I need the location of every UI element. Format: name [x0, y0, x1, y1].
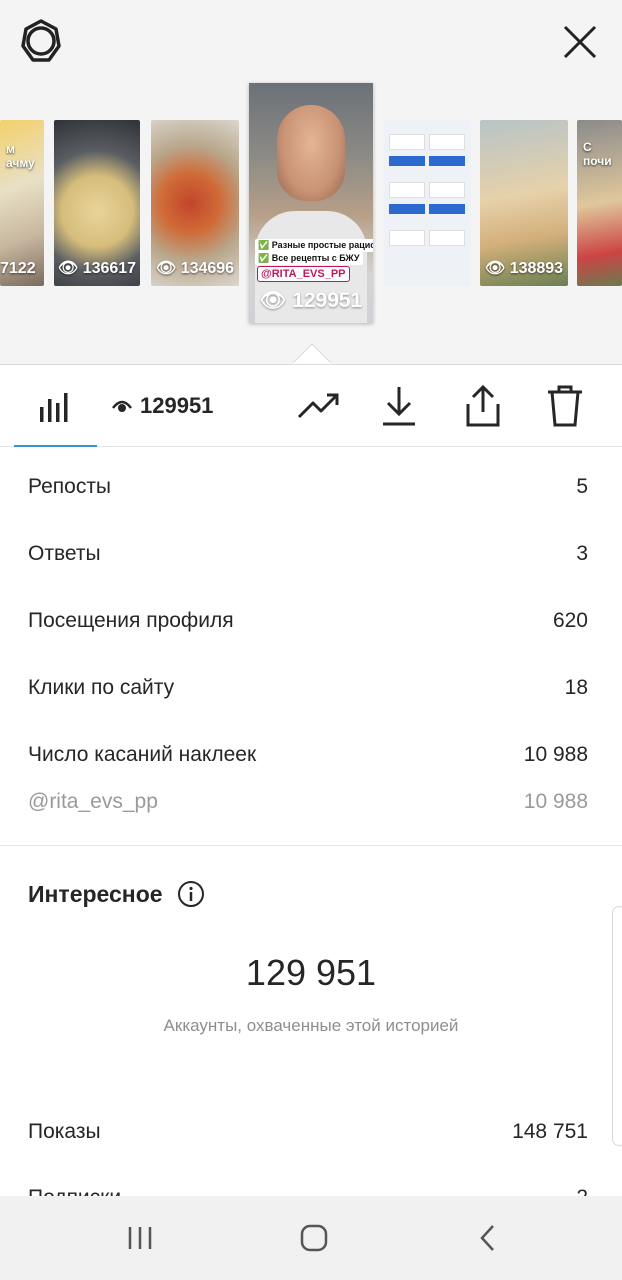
stat-label: Показы — [28, 1120, 101, 1143]
stat-row-replies: Ответы 3 — [28, 542, 588, 566]
chat-card — [389, 230, 425, 246]
story-thumbnail[interactable] — [383, 120, 471, 286]
stat-value: 10 988 — [523, 743, 588, 766]
story-person-face — [277, 105, 345, 201]
stat-value: 5 — [576, 475, 588, 498]
story-thumbnail[interactable]: 👁 138893 — [480, 120, 568, 286]
bar-chart-icon — [40, 393, 68, 422]
settings-gear-icon[interactable] — [18, 18, 64, 64]
tab-insights[interactable] — [14, 365, 97, 447]
promote-button[interactable] — [296, 383, 342, 429]
chat-card — [389, 182, 425, 198]
section-divider — [0, 845, 622, 846]
share-icon — [466, 384, 500, 427]
scrollbar[interactable] — [612, 906, 622, 1146]
chat-highlight — [429, 204, 465, 214]
insights-toolbar: 129951 — [0, 364, 622, 447]
chat-card — [429, 182, 465, 198]
thumbnail-caption: м ачму — [6, 142, 35, 170]
view-count: 129951 — [112, 393, 213, 419]
eye-icon — [112, 400, 132, 412]
view-count-value: 129951 — [140, 393, 214, 418]
discovery-section-title: Интересное — [28, 880, 205, 908]
stat-label: Ответы — [28, 542, 101, 565]
thumbnail-caption: С почи — [583, 140, 612, 168]
reach-value: 129 951 — [245, 952, 377, 993]
stat-value: 148 751 — [512, 1120, 588, 1143]
story-thumbnail[interactable]: 👁 136617 — [54, 120, 140, 286]
recent-apps-icon — [128, 1227, 152, 1249]
chat-highlight — [429, 156, 465, 166]
stat-label: Число касаний наклеек — [28, 743, 257, 766]
back-button[interactable] — [468, 1220, 508, 1256]
selection-caret-icon — [292, 344, 332, 364]
download-button[interactable] — [376, 383, 422, 429]
stat-row-sticker-mention[interactable]: @rita_evs_pp 10 988 — [28, 790, 588, 814]
stat-label: Посещения профиля — [28, 609, 234, 632]
chat-card — [429, 134, 465, 150]
info-icon[interactable] — [177, 880, 205, 908]
back-chevron-icon — [480, 1225, 494, 1251]
stat-row-sticker-taps: Число касаний наклеек 10 988 — [28, 743, 588, 767]
story-thumbnail[interactable]: С почи — [577, 120, 622, 286]
stat-value: 3 — [576, 542, 588, 565]
stat-value: 620 — [552, 609, 588, 632]
story-thumbnail[interactable]: м ачму 7122 — [0, 120, 44, 286]
chat-card — [389, 134, 425, 150]
trash-icon — [548, 385, 582, 427]
stat-value: 10 988 — [523, 790, 588, 813]
stat-row-impressions: Показы 148 751 — [28, 1120, 588, 1144]
home-icon — [300, 1224, 328, 1252]
thumbnail-view-count: 👁 129951 — [259, 289, 363, 312]
chat-highlight — [389, 204, 425, 214]
close-icon[interactable] — [558, 20, 602, 64]
share-button[interactable] — [460, 383, 506, 429]
delete-button[interactable] — [542, 383, 588, 429]
stat-row-website-clicks: Клики по сайту 18 — [28, 676, 588, 700]
thumbnail-view-count: 7122 — [0, 260, 36, 277]
story-thumbnail-strip[interactable]: м ачму 7122 👁 136617 👁 134696 ✅ Разные п… — [0, 83, 622, 323]
stat-value: 18 — [564, 676, 588, 699]
recent-apps-button[interactable] — [120, 1220, 160, 1256]
story-mention-sticker: @RITA_EVS_PP — [257, 266, 350, 282]
story-thumbnail[interactable]: 👁 134696 — [151, 120, 239, 286]
thumbnail-view-count: 👁 136617 — [57, 260, 137, 277]
home-button[interactable] — [294, 1220, 334, 1256]
stat-row-profile-visits: Посещения профиля 620 — [28, 609, 588, 633]
thumbnail-view-count: 👁 134696 — [155, 260, 235, 277]
download-icon — [383, 387, 415, 426]
thumbnail-view-count: 👁 138893 — [484, 260, 564, 277]
chat-card — [429, 230, 465, 246]
stat-label: Репосты — [28, 475, 112, 498]
selected-story-thumbnail[interactable]: ✅ Разные простые рационы ✅ Все рецепты с… — [249, 83, 373, 323]
stat-label: @rita_evs_pp — [28, 790, 158, 813]
story-text-line: ✅ Все рецепты с БЖУ — [255, 252, 363, 265]
trend-arrow-icon — [297, 393, 339, 419]
stat-row-reposts: Репосты 5 — [28, 475, 588, 499]
reach-caption: Аккаунты, охваченные этой историей — [163, 1016, 459, 1035]
story-preview-area: м ачму 7122 👁 136617 👁 134696 ✅ Разные п… — [0, 0, 622, 364]
discovery-title-text: Интересное — [28, 880, 163, 907]
story-text-line: ✅ Разные простые рационы — [255, 239, 373, 252]
chat-highlight — [389, 156, 425, 166]
stat-label: Клики по сайту — [28, 676, 175, 699]
android-navigation-bar — [0, 1196, 622, 1280]
